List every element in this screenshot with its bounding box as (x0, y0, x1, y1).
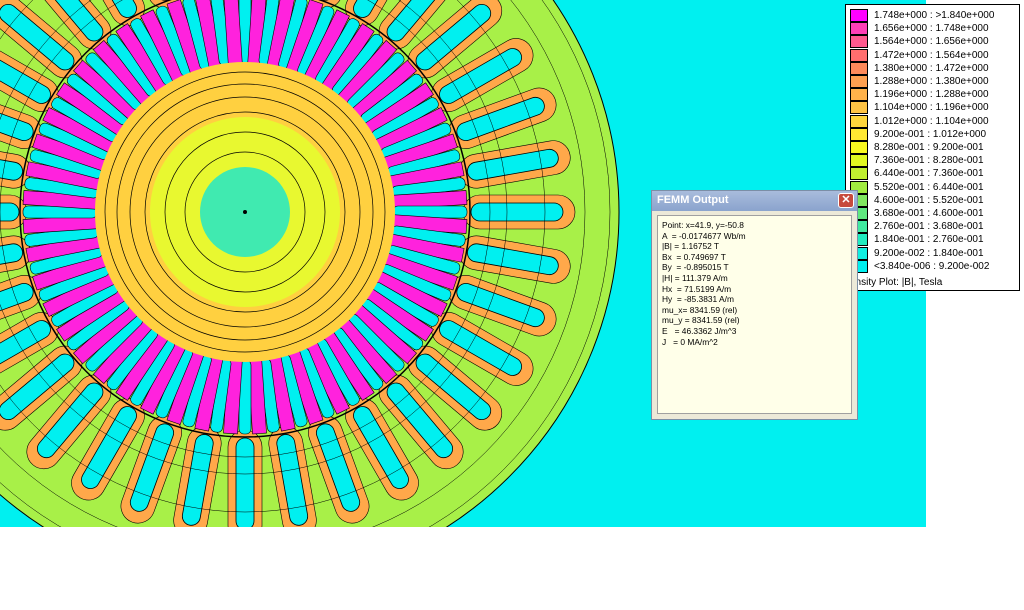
output-line: mu_x= 8341.59 (rel) (662, 304, 738, 315)
legend-label: 5.520e-001 : 6.440e-001 (874, 181, 984, 193)
output-line: |H| = 111.379 A/m (662, 272, 728, 283)
legend-label: 8.280e-001 : 9.200e-001 (874, 142, 984, 153)
legend-row: 7.360e-001 : 8.280e-001 (850, 154, 1018, 168)
legend-swatch (850, 141, 868, 154)
legend-swatch (850, 101, 868, 115)
output-line: Hx = 71.5199 A/m (662, 283, 732, 294)
legend-row: 9.200e-002 : 1.840e-001 (850, 246, 1018, 260)
dialog-titlebar[interactable]: FEMM Output ✕ (652, 191, 857, 211)
density-legend: 1.748e+000 : >1.840e+000 1.656e+000 : 1.7… (845, 4, 1020, 291)
legend-row: 1.288e+000 : 1.380e+000 (850, 75, 1018, 88)
legend-label: 1.380e+000 : 1.472e+000 (874, 62, 989, 74)
output-line: Bx = 0.749697 T (662, 251, 726, 262)
output-line: Hy = -85.3831 A/m (662, 294, 734, 305)
legend-row: 1.748e+000 : >1.840e+000 (850, 9, 1018, 22)
legend-row: 5.520e-001 : 6.440e-001 (850, 180, 1018, 194)
femm-output-dialog[interactable]: FEMM Output ✕ Point: x=41.9, y=-50.8 A = … (651, 190, 858, 420)
legend-row: 6.440e-001 : 7.360e-001 (850, 167, 1018, 181)
legend-swatch (850, 35, 868, 49)
output-line: Point: x=41.9, y=-50.8 (662, 220, 744, 230)
output-line: mu_y = 8341.59 (rel) (662, 315, 740, 326)
legend-row: 1.472e+000 : 1.564e+000 (850, 48, 1018, 62)
legend-label: 9.200e-001 : 1.012e+000 (874, 128, 987, 140)
legend-label: 1.196e+000 : 1.288e+000 (874, 89, 989, 101)
output-line: By = -0.895015 T (662, 262, 729, 273)
legend-label: 1.840e-001 : 2.760e-001 (874, 234, 984, 246)
legend-swatch (850, 88, 868, 102)
legend-row: 3.680e-001 : 4.600e-001 (850, 207, 1018, 220)
legend-label: 1.104e+000 : 1.196e+000 (874, 102, 989, 114)
legend-label: 1.472e+000 : 1.564e+000 (874, 49, 989, 61)
legend-row: 1.380e+000 : 1.472e+000 (850, 61, 1018, 75)
legend-row: 1.196e+000 : 1.288e+000 (850, 88, 1018, 102)
legend-label: <3.840e-006 : 9.200e-002 (874, 260, 990, 272)
output-text-area[interactable]: Point: x=41.9, y=-50.8 A = -0.0174677 Wb/… (657, 215, 852, 414)
legend-row: 1.012e+000 : 1.104e+000 (850, 114, 1018, 128)
legend-row: 1.656e+000 : 1.748e+000 (850, 22, 1018, 36)
probe-point (243, 210, 247, 214)
legend-label: 1.564e+000 : 1.656e+000 (874, 36, 989, 48)
legend-row: 9.200e-001 : 1.012e+000 (850, 127, 1018, 141)
legend-swatch (850, 61, 868, 75)
legend-swatch (850, 22, 868, 36)
legend-caption: ensity Plot: |B|, Tesla (850, 277, 943, 288)
dialog-title: FEMM Output (657, 194, 729, 206)
output-line: E = 46.3362 J/m^3 (662, 325, 737, 336)
legend-label: 7.360e-001 : 8.280e-001 (874, 155, 984, 167)
legend-swatch (850, 9, 868, 22)
legend-label: 6.440e-001 : 7.360e-001 (874, 168, 984, 180)
legend-label: 1.748e+000 : >1.840e+000 (874, 10, 995, 21)
legend-row: 8.280e-001 : 9.200e-001 (850, 141, 1018, 154)
output-line: J = 0 MA/m^2 (662, 336, 718, 347)
legend-label: 3.680e-001 : 4.600e-001 (874, 208, 984, 219)
stator-slot (462, 194, 576, 230)
legend-swatch (850, 127, 868, 141)
legend-swatch (850, 167, 868, 181)
output-line: |B| = 1.16752 T (662, 241, 720, 252)
legend-swatch (850, 154, 868, 168)
legend-label: 1.288e+000 : 1.380e+000 (874, 76, 989, 87)
legend-label: 1.012e+000 : 1.104e+000 (874, 115, 989, 127)
legend-label: 1.656e+000 : 1.748e+000 (874, 23, 989, 35)
legend-row: 1.564e+000 : 1.656e+000 (850, 35, 1018, 49)
legend-label: 2.760e-001 : 3.680e-001 (874, 221, 984, 233)
legend-label: 4.600e-001 : 5.520e-001 (874, 194, 984, 206)
legend-swatch (850, 75, 868, 88)
stator-slot (227, 429, 263, 527)
legend-row: 4.600e-001 : 5.520e-001 (850, 193, 1018, 207)
output-line: A = -0.0174677 Wb/m (662, 230, 746, 241)
legend-swatch (850, 114, 868, 128)
legend-label: 9.200e-002 : 1.840e-001 (874, 247, 984, 259)
legend-swatch (850, 48, 868, 62)
legend-row: 2.760e-001 : 3.680e-001 (850, 220, 1018, 234)
close-icon[interactable]: ✕ (838, 193, 854, 208)
legend-row: 1.104e+000 : 1.196e+000 (850, 101, 1018, 115)
legend-row: <3.840e-006 : 9.200e-002 (850, 259, 1018, 273)
legend-row: 1.840e-001 : 2.760e-001 (850, 233, 1018, 247)
